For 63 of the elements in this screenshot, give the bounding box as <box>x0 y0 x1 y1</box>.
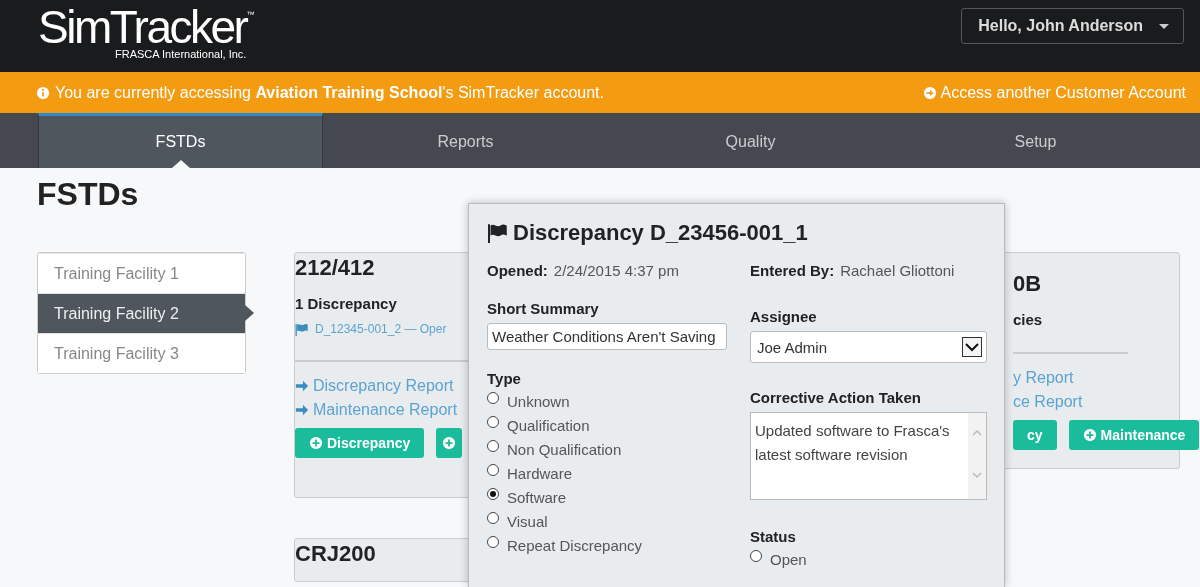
report-link[interactable]: Maintenance Report <box>313 401 458 419</box>
arrow-circle-icon <box>922 85 937 100</box>
add-button[interactable]: cy <box>1013 420 1057 450</box>
field-label: Type <box>487 370 522 387</box>
flag-icon <box>487 223 509 243</box>
logo-wordmark: SimTracker <box>38 4 247 50</box>
logo-tagline: FRASCA International, Inc. <box>114 48 247 60</box>
report-link[interactable]: Discrepancy Report <box>313 377 454 395</box>
assignee-dropdown[interactable]: Joe Admin <box>750 331 987 363</box>
switch-account-link[interactable]: Access another Customer Account <box>940 83 1186 102</box>
radio-button[interactable] <box>487 536 499 548</box>
radio-button[interactable] <box>487 416 499 428</box>
discrepancy-count: 1 Discrepancy <box>295 295 397 312</box>
plus-circle-icon <box>309 436 323 450</box>
field-label: Assignee <box>750 308 818 325</box>
radio-button[interactable] <box>487 464 499 476</box>
radio-label: Visual <box>507 512 548 530</box>
field-value: 2/24/2015 4:37 pm <box>553 261 679 279</box>
discrepancy-count: cies <box>1013 311 1043 328</box>
add-button[interactable]: Discrepancy <box>295 428 425 458</box>
radio-label: Hardware <box>507 464 573 482</box>
radio-label: Repeat Discrepancy <box>507 536 643 554</box>
simulator-title: CRJ200 <box>295 540 376 567</box>
radio-button[interactable] <box>750 550 762 562</box>
report-link[interactable]: y Report <box>1013 369 1074 387</box>
plus-circle-icon <box>442 436 457 450</box>
short-summary-field[interactable]: Weather Conditions Aren't Saving <box>487 323 727 350</box>
nav-tab[interactable]: Quality <box>608 113 893 168</box>
facility-item[interactable]: Training Facility 2 <box>38 293 254 333</box>
plus-circle-icon <box>1082 428 1097 442</box>
facility-item[interactable]: Training Facility 3 <box>38 333 245 373</box>
simulator-title: 212/412 <box>295 254 375 281</box>
radio-button[interactable] <box>487 392 499 404</box>
field-label: Status <box>750 528 797 545</box>
page-title: FSTDs <box>37 176 140 214</box>
nav-tab[interactable]: Setup <box>893 113 1178 168</box>
user-menu-button[interactable]: Hello, John Anderson <box>961 8 1184 44</box>
radio-label: Open <box>770 550 807 568</box>
account-notice: You are currently accessing Aviation Training School's SimTracker account. <box>55 83 604 102</box>
caret-icon <box>1159 23 1169 29</box>
flag-icon <box>295 322 309 336</box>
radio-button[interactable] <box>487 512 499 524</box>
nav-tab[interactable]: FSTDs <box>38 113 323 168</box>
trademark-mark: ™ <box>246 10 255 19</box>
dialog-title: Discrepancy D_23456-001_1 <box>513 220 808 246</box>
field-label: Corrective Action Taken <box>750 389 922 406</box>
radio-label: Unknown <box>507 392 570 410</box>
radio-label: Qualification <box>507 416 590 434</box>
field-label: Short Summary <box>487 300 600 317</box>
radio-button[interactable] <box>487 488 499 500</box>
nav-tab[interactable]: Reports <box>323 113 608 168</box>
field-label: Opened: <box>487 261 548 279</box>
info-icon <box>36 85 50 100</box>
field-label: Entered By: <box>750 261 835 279</box>
report-link[interactable]: ce Report <box>1013 393 1083 411</box>
field-value: Rachael Gliottoni <box>840 261 955 279</box>
simulator-title: 0B <box>1013 270 1042 297</box>
radio-label: Non Qualification <box>507 440 622 458</box>
discrepancy-link[interactable]: D_12345-001_2 — Oper <box>315 322 447 336</box>
radio-button[interactable] <box>487 440 499 452</box>
add-button[interactable]: Maintenance <box>1068 420 1200 450</box>
corrective-action-field[interactable]: Updated software to Frasca's latest software revision <box>750 412 987 500</box>
radio-label: Software <box>507 488 567 506</box>
